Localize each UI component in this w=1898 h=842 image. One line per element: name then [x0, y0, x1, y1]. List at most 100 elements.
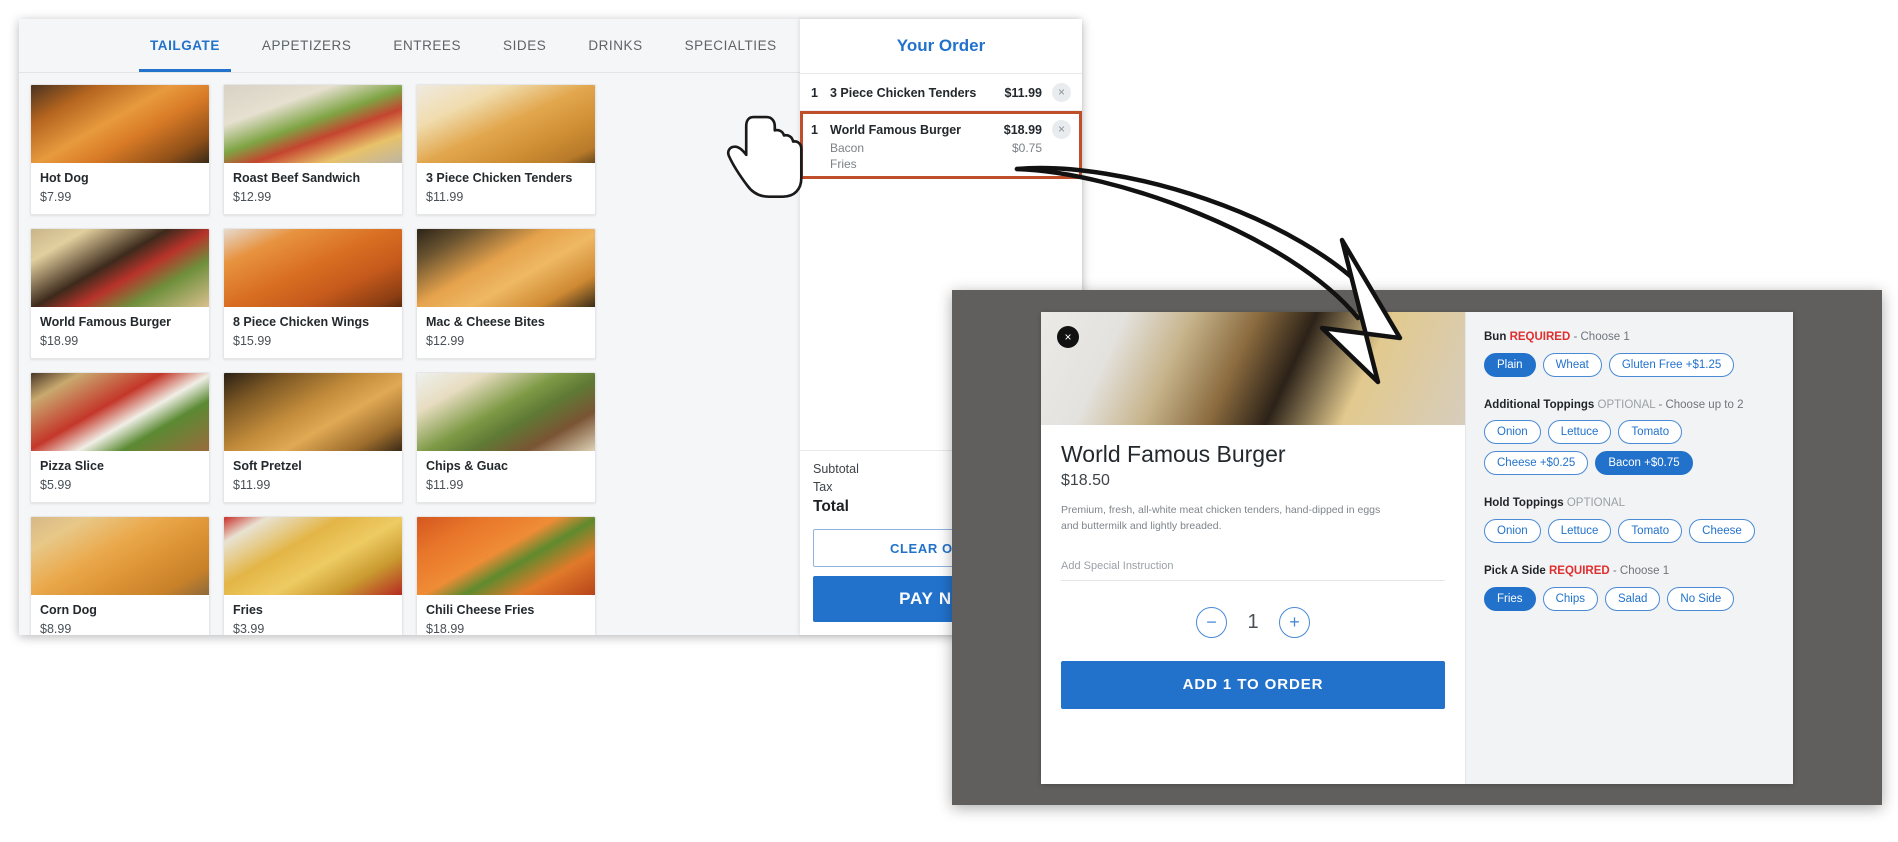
menu-card[interactable]: 8 Piece Chicken Wings $15.99	[223, 228, 403, 359]
special-instruction-input[interactable]: Add Special Instruction	[1061, 560, 1445, 581]
option-group: Pick A Side REQUIRED - Choose 1 Fries Chip…	[1484, 563, 1775, 618]
option-chip[interactable]: No Side	[1667, 586, 1735, 611]
menu-card[interactable]: Chips & Guac $11.99	[416, 372, 596, 503]
option-chip[interactable]: Cheese	[1689, 519, 1755, 544]
option-chip[interactable]: Onion	[1484, 519, 1541, 544]
option-chip[interactable]: Fries	[1484, 586, 1536, 611]
order-item[interactable]: 1 3 Piece Chicken Tenders $11.99 ×	[800, 74, 1082, 111]
modal-body: World Famous Burger $18.50 Premium, fres…	[1041, 425, 1465, 784]
option-chip[interactable]: Tomato	[1618, 519, 1683, 544]
menu-card[interactable]: Fries $3.99	[223, 516, 403, 635]
option-group-name: Hold Toppings	[1484, 497, 1564, 510]
order-item-qty: 1	[811, 85, 818, 100]
tab-drinks[interactable]: DRINKS	[567, 19, 663, 72]
menu-card[interactable]: Mac & Cheese Bites $12.99	[416, 228, 596, 359]
option-chip[interactable]: Onion	[1484, 420, 1541, 445]
quantity-value: 1	[1247, 610, 1259, 633]
menu-card[interactable]: World Famous Burger $18.99	[30, 228, 210, 359]
menu-item-meta: Mac & Cheese Bites $12.99	[417, 307, 595, 358]
modifier-name: Bacon	[830, 141, 865, 155]
option-group-header: Bun REQUIRED - Choose 1	[1484, 329, 1775, 346]
menu-item-name: Fries	[233, 603, 263, 617]
item-title: World Famous Burger	[1061, 441, 1286, 467]
modal-options-column: Bun REQUIRED - Choose 1 Plain Wheat Gluten …	[1465, 312, 1793, 784]
menu-card[interactable]: Chili Cheese Fries $18.99	[416, 516, 596, 635]
menu-item-name: Hot Dog	[40, 171, 89, 185]
menu-item-name: 3 Piece Chicken Tenders	[426, 171, 573, 185]
option-group-name: Additional Toppings	[1484, 398, 1595, 411]
menu-item-meta: 3 Piece Chicken Tenders $11.99	[417, 163, 595, 214]
menu-card[interactable]: 3 Piece Chicken Tenders $11.99	[416, 84, 596, 215]
menu-item-name: World Famous Burger	[40, 315, 172, 329]
menu-item-price: $11.99	[426, 190, 464, 204]
option-group-hint: - Choose 1	[1612, 565, 1670, 578]
tab-tailgate[interactable]: TAILGATE	[129, 19, 241, 72]
quantity-decrease-button[interactable]: −	[1196, 606, 1227, 638]
order-title: Your Order	[896, 36, 986, 55]
remove-item-icon[interactable]: ×	[1052, 83, 1071, 102]
menu-item-meta: Fries $3.99	[224, 595, 402, 635]
menu-item-image	[417, 85, 595, 163]
modifier-name: Fries	[830, 157, 857, 171]
order-item-price: $11.99	[1004, 85, 1042, 100]
order-item-name: 3 Piece Chicken Tenders	[830, 85, 977, 100]
menu-card[interactable]: Soft Pretzel $11.99	[223, 372, 403, 503]
menu-item-meta: Hot Dog $7.99	[31, 163, 209, 214]
menu-item-meta: Corn Dog $8.99	[31, 595, 209, 635]
option-chip[interactable]: Wheat	[1542, 352, 1602, 377]
menu-item-price: $3.99	[233, 622, 265, 635]
menu-item-price: $18.99	[426, 622, 465, 635]
option-group-hint: - Choose up to 2	[1658, 398, 1744, 411]
option-group-hint: - Choose 1	[1573, 331, 1630, 343]
menu-item-name: 8 Piece Chicken Wings	[233, 315, 370, 329]
menu-card[interactable]: Pizza Slice $5.99	[30, 372, 210, 503]
option-group: Additional Toppings OPTIONAL - Choose up…	[1484, 397, 1775, 483]
item-description: Premium, fresh, all-white meat chicken t…	[1061, 504, 1381, 532]
menu-item-name: Roast Beef Sandwich	[233, 171, 361, 185]
option-chip[interactable]: Bacon +$0.75	[1595, 451, 1693, 476]
menu-card[interactable]: Roast Beef Sandwich $12.99	[223, 84, 403, 215]
menu-item-meta: World Famous Burger $18.99	[31, 307, 209, 358]
option-chip[interactable]: Gluten Free +$1.25	[1608, 352, 1735, 377]
menu-item-meta: Soft Pretzel $11.99	[224, 451, 402, 502]
tab-entrees[interactable]: ENTREES	[372, 19, 482, 72]
menu-item-image	[417, 229, 595, 307]
tab-appetizers[interactable]: APPETIZERS	[241, 19, 373, 72]
add-to-order-button[interactable]: ADD 1 TO ORDER	[1061, 660, 1445, 709]
menu-item-image	[417, 373, 595, 451]
close-icon[interactable]: ×	[1057, 326, 1079, 348]
menu-item-image	[31, 85, 209, 163]
menu-item-name: Chips & Guac	[426, 459, 508, 473]
menu-card[interactable]: Hot Dog $7.99	[30, 84, 210, 215]
modifier-price: $0.75	[1011, 141, 1042, 155]
order-item-modifier: Bacon $0.75	[811, 141, 1071, 155]
menu-item-image	[31, 373, 209, 451]
tab-sides[interactable]: SIDES	[482, 19, 567, 72]
menu-item-name: Mac & Cheese Bites	[426, 315, 545, 329]
item-customization-modal: × World Famous Burger $18.50 Premium, fr…	[1041, 312, 1793, 784]
item-hero-image: ×	[1041, 312, 1465, 425]
menu-item-meta: Pizza Slice $5.99	[31, 451, 209, 502]
option-group-requirement: OPTIONAL	[1566, 497, 1625, 510]
tab-specialties[interactable]: SPECIALTIES	[664, 19, 798, 72]
order-item[interactable]: 1 World Famous Burger $18.99 × Bacon $0.75 Fri…	[800, 111, 1082, 179]
option-chip[interactable]: Chips	[1542, 586, 1598, 611]
option-group: Bun REQUIRED - Choose 1 Plain Wheat Gluten …	[1484, 329, 1775, 384]
option-chip[interactable]: Lettuce	[1547, 420, 1612, 445]
menu-item-image	[224, 85, 402, 163]
quantity-stepper: − 1 +	[1061, 606, 1445, 638]
menu-grid-area: Hot Dog $7.99 Roast Beef Sandwich $12.99 3 P…	[19, 73, 800, 635]
menu-item-price: $11.99	[233, 478, 271, 492]
menu-card[interactable]: Corn Dog $8.99	[30, 516, 210, 635]
remove-item-icon[interactable]: ×	[1052, 120, 1071, 139]
option-chip[interactable]: Plain	[1484, 352, 1536, 377]
quantity-increase-button[interactable]: +	[1279, 606, 1310, 638]
option-chip[interactable]: Salad	[1604, 586, 1661, 611]
menu-item-image	[224, 373, 402, 451]
option-chip[interactable]: Lettuce	[1547, 519, 1612, 544]
option-chip[interactable]: Cheese +$0.25	[1484, 451, 1589, 476]
menu-item-meta: Roast Beef Sandwich $12.99	[224, 163, 402, 214]
order-item-qty: 1	[811, 122, 818, 137]
option-chip[interactable]: Tomato	[1618, 420, 1683, 445]
menu-item-name: Soft Pretzel	[233, 459, 302, 473]
